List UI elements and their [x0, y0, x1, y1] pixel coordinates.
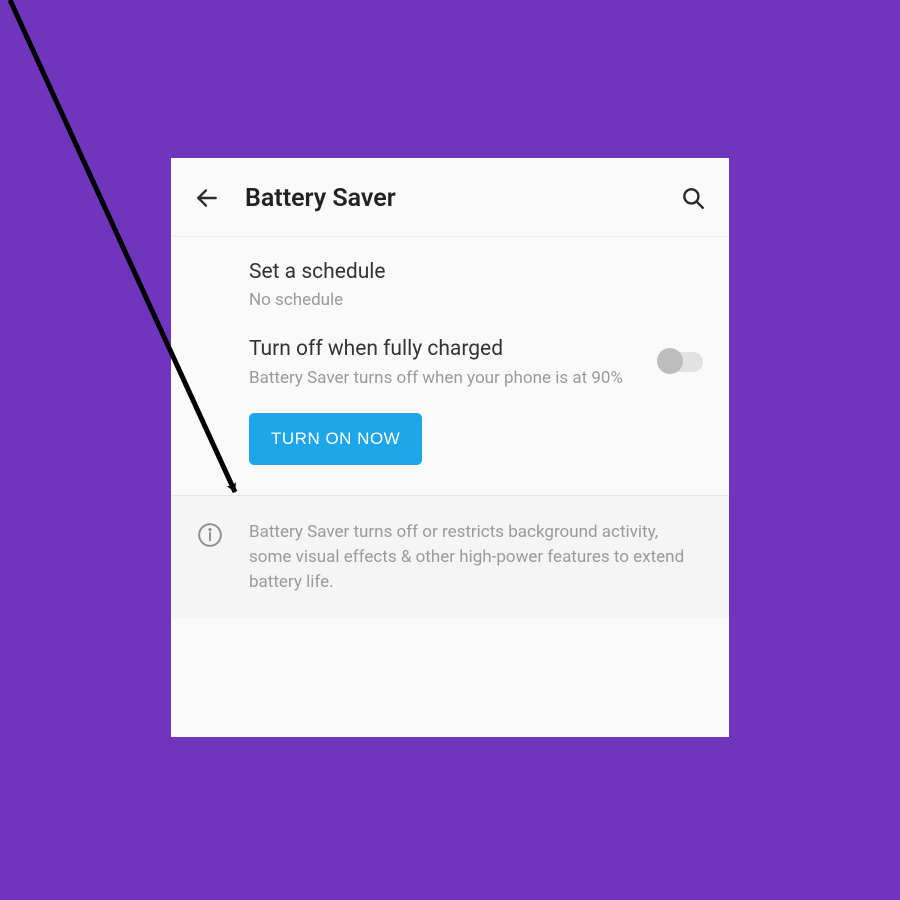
set-schedule-title: Set a schedule [249, 259, 705, 286]
page-title: Battery Saver [245, 184, 677, 213]
turn-off-when-charged-row[interactable]: Turn off when fully charged Battery Save… [171, 312, 729, 389]
battery-saver-screen: Battery Saver Set a schedule No schedule… [171, 158, 729, 737]
turn-on-now-button[interactable]: TURN ON NOW [249, 413, 422, 465]
header: Battery Saver [171, 158, 729, 237]
arrow-left-icon [194, 185, 220, 211]
info-row: Battery Saver turns off or restricts bac… [171, 496, 729, 618]
turn-off-title: Turn off when fully charged [249, 336, 705, 363]
search-icon [680, 185, 706, 211]
toggle-knob [657, 348, 683, 374]
set-schedule-row[interactable]: Set a schedule No schedule [171, 237, 729, 312]
turn-off-toggle[interactable] [659, 352, 703, 372]
content: Set a schedule No schedule Turn off when… [171, 237, 729, 618]
action-row: TURN ON NOW [171, 389, 729, 495]
back-button[interactable] [191, 182, 223, 214]
turn-off-subtitle: Battery Saver turns off when your phone … [249, 367, 705, 390]
info-text: Battery Saver turns off or restricts bac… [249, 520, 703, 594]
info-icon [197, 522, 223, 548]
search-button[interactable] [677, 182, 709, 214]
set-schedule-subtitle: No schedule [249, 289, 705, 312]
